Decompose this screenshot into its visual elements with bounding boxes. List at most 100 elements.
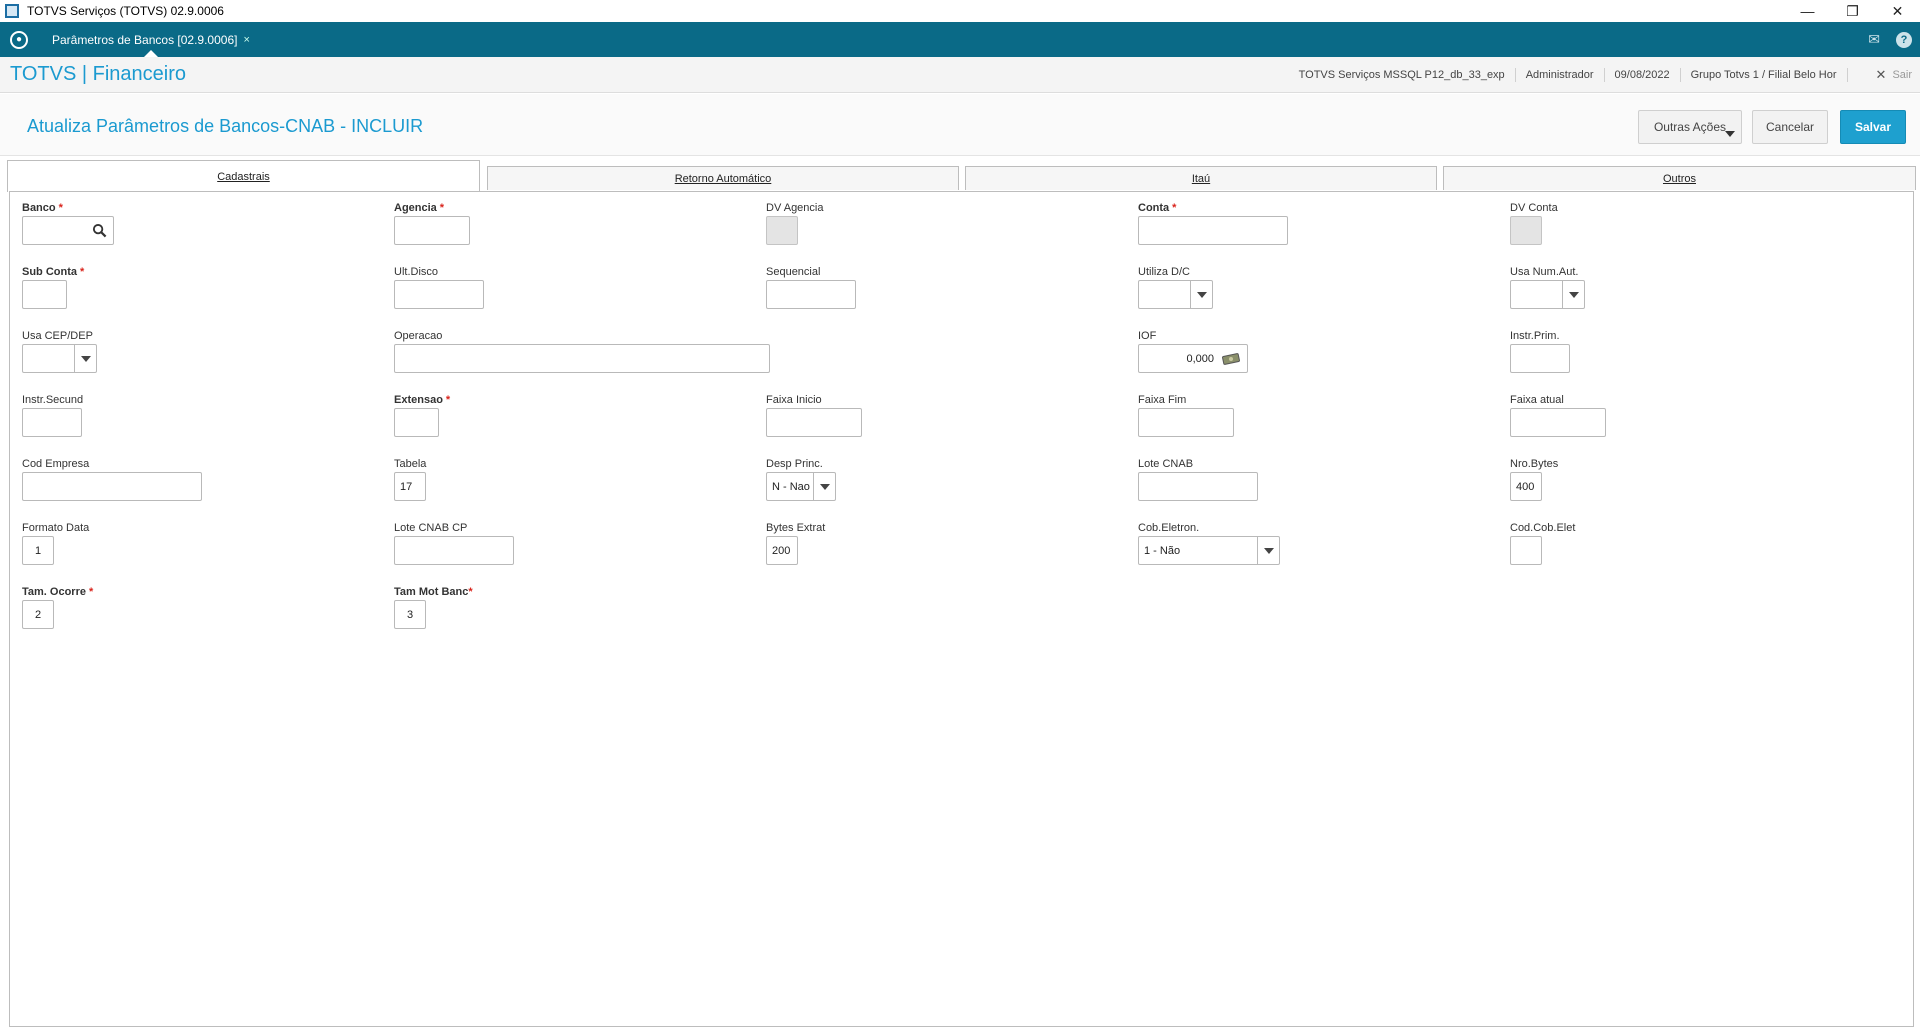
field-label: Usa CEP/DEP (22, 330, 93, 342)
field-label: Formato Data (22, 522, 90, 534)
faixa-inicio-input[interactable] (766, 408, 862, 437)
formato-data-input[interactable]: 1 (22, 536, 54, 565)
field-label: Conta * (1138, 202, 1177, 214)
close-tab-icon[interactable]: × (243, 34, 249, 46)
app-header: TOTVS | Financeiro TOTVS Serviços MSSQL … (0, 57, 1920, 93)
environment-info: TOTVS Serviços MSSQL P12_db_33_exp (1289, 68, 1516, 82)
operacao-input[interactable] (394, 344, 770, 373)
save-button[interactable]: Salvar (1840, 110, 1906, 144)
bytes-extrat-input[interactable]: 200 (766, 536, 798, 565)
brand-title: TOTVS | Financeiro (10, 63, 186, 85)
exit-label: Sair (1892, 69, 1912, 81)
tab-parametros-bancos[interactable]: Parâmetros de Bancos [02.9.0006] × (44, 22, 258, 57)
tab-cadastrais[interactable]: Cadastrais (7, 160, 480, 192)
field-label: Tabela (394, 458, 427, 470)
utiliza-dc-select[interactable] (1138, 280, 1213, 309)
cod-cob-elet-input[interactable] (1510, 536, 1542, 565)
field-label: Faixa Fim (1138, 394, 1187, 406)
field-label: Cob.Eletron. (1138, 522, 1200, 534)
window-controls: — ❐ ✕ (1785, 0, 1920, 22)
session-info: TOTVS Serviços MSSQL P12_db_33_exp Admin… (1289, 57, 1912, 93)
chevron-down-icon[interactable] (1257, 537, 1279, 564)
date-info: 09/08/2022 (1605, 68, 1681, 82)
field-label: Faixa Inicio (766, 394, 822, 406)
main-menu-icon[interactable]: ● (10, 30, 28, 49)
tabela-input[interactable]: 17 (394, 472, 426, 501)
usa-num-aut-select[interactable] (1510, 280, 1585, 309)
lote-cnab-input[interactable] (1138, 472, 1258, 501)
field-label: Utiliza D/C (1138, 266, 1190, 278)
iof-input[interactable]: 0,000 (1138, 344, 1248, 373)
field-label: Agencia * (394, 202, 445, 214)
sequencial-input[interactable] (766, 280, 856, 309)
chevron-down-icon (1725, 131, 1735, 137)
form-panel: Banco * Agencia * DV Agencia Conta * DV Con… (9, 191, 1914, 1027)
window-title: TOTVS Serviços (TOTVS) 02.9.0006 (27, 4, 224, 18)
field-label: Lote CNAB (1138, 458, 1194, 470)
folder-tabs: Cadastrais Retorno Automático Itaú Outro… (7, 160, 1917, 192)
faixa-atual-input[interactable] (1510, 408, 1606, 437)
nro-bytes-input[interactable]: 400 (1510, 472, 1542, 501)
field-label: Instr.Prim. (1510, 330, 1560, 342)
tam-ocorre-input[interactable]: 2 (22, 600, 54, 629)
window-titlebar: TOTVS Serviços (TOTVS) 02.9.0006 — ❐ ✕ (0, 0, 1920, 22)
field-label: Tam Mot Banc* (394, 586, 473, 598)
instr-prim-input[interactable] (1510, 344, 1570, 373)
money-icon[interactable] (1222, 352, 1240, 365)
field-label: Usa Num.Aut. (1510, 266, 1579, 278)
field-label: Desp Princ. (766, 458, 823, 470)
extensao-input[interactable] (394, 408, 439, 437)
cod-empresa-input[interactable] (22, 472, 202, 501)
field-label: Sequencial (766, 266, 821, 278)
app-tabbar: ● Parâmetros de Bancos [02.9.0006] × ✉ ? (0, 22, 1920, 57)
field-label: Operacao (394, 330, 443, 342)
field-label: Lote CNAB CP (394, 522, 468, 534)
minimize-icon[interactable]: — (1785, 0, 1830, 22)
field-label: Sub Conta * (22, 266, 85, 278)
usa-cep-dep-select[interactable] (22, 344, 97, 373)
cancel-button[interactable]: Cancelar (1752, 110, 1828, 144)
desp-princ-select[interactable]: N - Nao (766, 472, 836, 501)
field-label: Cod Empresa (22, 458, 90, 470)
chevron-down-icon[interactable] (74, 345, 96, 372)
field-label: Banco * (22, 202, 63, 214)
tab-retorno-automatico[interactable]: Retorno Automático (487, 166, 959, 190)
page-header: Atualiza Parâmetros de Bancos-CNAB - INC… (0, 94, 1920, 156)
tam-mot-banc-input[interactable]: 3 (394, 600, 426, 629)
field-label: DV Conta (1510, 202, 1558, 214)
close-window-icon[interactable]: ✕ (1875, 0, 1920, 22)
exit-icon: ✕ (1875, 67, 1887, 82)
instr-secund-input[interactable] (22, 408, 82, 437)
sub-conta-input[interactable] (22, 280, 67, 309)
lote-cnab-cp-input[interactable] (394, 536, 514, 565)
agencia-input[interactable] (394, 216, 470, 245)
tab-itau[interactable]: Itaú (965, 166, 1437, 190)
dv-conta-input (1510, 216, 1542, 245)
chevron-down-icon[interactable] (1190, 281, 1212, 308)
page-title: Atualiza Parâmetros de Bancos-CNAB - INC… (27, 116, 424, 136)
tabbar-right-icons: ✉ ? (1868, 22, 1912, 57)
other-actions-label: Outras Ações (1653, 120, 1727, 134)
field-label: Bytes Extrat (766, 522, 826, 534)
chevron-down-icon[interactable] (1562, 281, 1584, 308)
branch-info[interactable]: Grupo Totvs 1 / Filial Belo Hor (1681, 68, 1848, 82)
faixa-fim-input[interactable] (1138, 408, 1234, 437)
mail-icon[interactable]: ✉ (1868, 31, 1880, 48)
tab-label: Parâmetros de Bancos [02.9.0006] (52, 32, 238, 47)
exit-button[interactable]: ✕ Sair (1848, 67, 1912, 83)
field-label: IOF (1138, 330, 1157, 342)
tab-outros[interactable]: Outros (1443, 166, 1916, 190)
help-icon[interactable]: ? (1896, 31, 1912, 48)
search-icon[interactable] (92, 223, 107, 238)
field-label: Nro.Bytes (1510, 458, 1559, 470)
field-label: Ult.Disco (394, 266, 439, 278)
other-actions-button[interactable]: Outras Ações (1638, 110, 1742, 144)
dv-agencia-input (766, 216, 798, 245)
chevron-down-icon[interactable] (813, 473, 835, 500)
active-tab-caret (143, 50, 158, 57)
conta-input[interactable] (1138, 216, 1288, 245)
banco-input[interactable] (22, 216, 114, 245)
cob-eletron-select[interactable]: 1 - Não (1138, 536, 1280, 565)
restore-icon[interactable]: ❐ (1830, 0, 1875, 22)
ult-disco-input[interactable] (394, 280, 484, 309)
